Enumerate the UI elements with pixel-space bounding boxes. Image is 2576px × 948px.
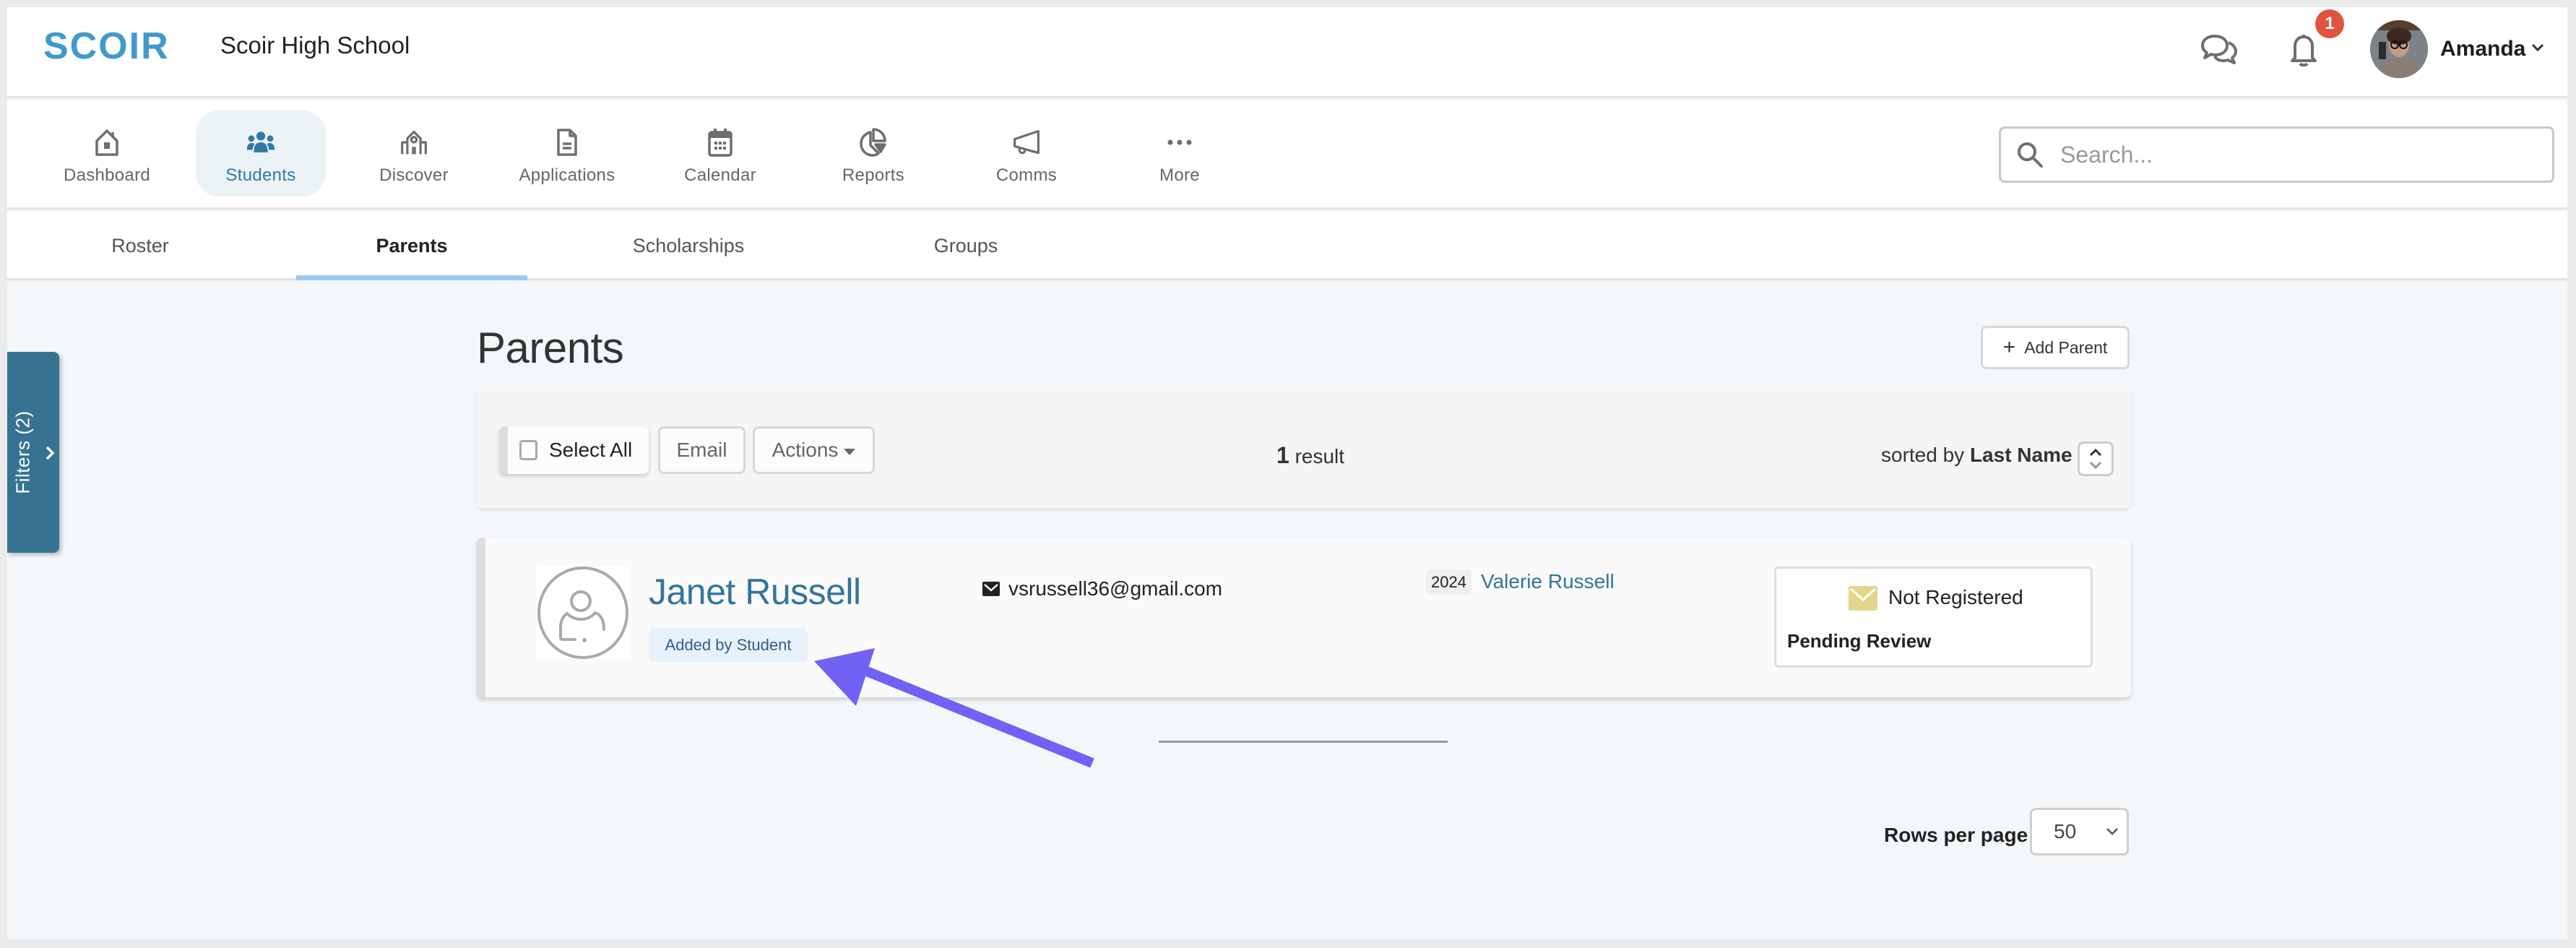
filters-label: Filters (2): [12, 410, 34, 494]
search-input[interactable]: [2060, 141, 2523, 168]
more-dots-icon: [1167, 139, 1192, 145]
nav-label: More: [1159, 165, 1200, 185]
top-bar: SCOIR Scoir High School 1 Amanda: [7, 7, 2567, 98]
sorted-by-field: Last Name: [1969, 444, 2073, 466]
notification-count-badge: 1: [2315, 9, 2344, 38]
student-year-badge: 2024: [1426, 569, 1471, 595]
rows-per-page-label: Rows per page: [1884, 824, 2028, 846]
nav-item-applications[interactable]: Applications: [502, 111, 632, 197]
tab-label: Parents: [376, 235, 448, 257]
email-text: vsrussell36@gmail.com: [1008, 577, 1223, 600]
tab-label: Groups: [933, 235, 998, 257]
user-placeholder-icon: [537, 566, 628, 659]
parent-card[interactable]: Janet Russell Added by Student vsrussell…: [477, 538, 2131, 697]
parent-name-link[interactable]: Janet Russell: [649, 566, 861, 617]
email-label: Email: [676, 439, 727, 461]
nav-label: Students: [225, 165, 296, 185]
tab-groups[interactable]: Groups: [879, 212, 1053, 280]
tab-parents[interactable]: Parents: [296, 212, 527, 280]
chat-bubbles-icon: [2201, 35, 2237, 64]
search-field[interactable]: [1999, 126, 2554, 183]
added-by-badge: Added by Student: [649, 628, 808, 663]
sort-arrows-icon: [2089, 448, 2102, 470]
list-toolbar: Select All Email Actions 1 result sorted…: [477, 388, 2131, 508]
registration-status-box: Not Registered Pending Review: [1774, 566, 2093, 668]
nav-item-reports[interactable]: Reports: [808, 111, 938, 197]
chevron-down-icon: [2106, 828, 2118, 835]
users-icon: [246, 132, 275, 152]
sort-direction-toggle[interactable]: [2078, 441, 2114, 476]
pie-chart-icon: [860, 128, 886, 157]
sort-label: sorted by Last Name: [1881, 441, 2073, 470]
envelope-icon: [982, 582, 1000, 596]
sorted-by-prefix: sorted by: [1881, 444, 1965, 466]
school-name: Scoir High School: [220, 32, 410, 59]
messages-button[interactable]: [2197, 27, 2241, 71]
nav-label: Dashboard: [63, 165, 151, 185]
actions-label: Actions: [771, 439, 839, 461]
search-icon: [2018, 142, 2043, 168]
user-name[interactable]: Amanda: [2440, 33, 2525, 65]
tab-label: Scholarships: [632, 235, 745, 257]
nav-label: Reports: [842, 165, 905, 185]
registration-status: Not Registered: [1888, 586, 2023, 608]
pagination-divider: [1159, 741, 1448, 743]
school-building-icon: [401, 130, 427, 155]
plus-icon: +: [2002, 335, 2016, 359]
student-name-link[interactable]: Valerie Russell: [1481, 567, 1615, 596]
select-all-label: Select All: [549, 439, 633, 461]
caret-down-icon: [844, 448, 856, 455]
add-parent-label: Add Parent: [2024, 337, 2108, 357]
tab-label: Roster: [111, 235, 169, 257]
document-icon: [557, 129, 577, 156]
nav-item-calendar[interactable]: Calendar: [655, 111, 785, 197]
user-photo: [2370, 20, 2428, 78]
user-avatar[interactable]: [2370, 20, 2428, 78]
logo-text: SCOIR: [43, 29, 170, 61]
tab-scholarships[interactable]: Scholarships: [587, 212, 790, 280]
select-all-checkbox[interactable]: [519, 440, 537, 460]
envelope-status-icon: [1849, 586, 1877, 611]
rows-per-page-select[interactable]: 50: [2030, 808, 2129, 856]
result-label: result: [1295, 445, 1345, 467]
nav-item-dashboard[interactable]: Dashboard: [42, 111, 172, 197]
home-icon: [95, 129, 118, 156]
bell-icon: [2291, 35, 2317, 66]
calendar-icon: [708, 129, 732, 157]
page-title: Parents: [477, 324, 624, 372]
nav-label: Applications: [519, 165, 615, 185]
nav-label: Discover: [379, 165, 449, 185]
sub-tabs: Roster Parents Scholarships Groups: [7, 212, 2567, 280]
megaphone-icon: [1013, 129, 1040, 155]
active-tab-indicator: [296, 275, 527, 280]
nav-label: Calendar: [684, 165, 756, 185]
chevron-right-icon: [46, 446, 55, 460]
scoir-logo[interactable]: SCOIR: [43, 29, 195, 61]
email-button[interactable]: Email: [658, 426, 745, 474]
parent-avatar: [537, 566, 629, 659]
nav-label: Comms: [995, 165, 1058, 185]
rows-per-page-value: 50: [2054, 820, 2077, 843]
tab-roster[interactable]: Roster: [53, 212, 227, 280]
select-all-button[interactable]: Select All: [499, 426, 649, 474]
nav-item-comms[interactable]: Comms: [961, 111, 1092, 197]
nav-item-discover[interactable]: Discover: [349, 111, 479, 197]
app-page: SCOIR Scoir High School 1 Amanda Dashboa…: [7, 7, 2567, 939]
parent-email[interactable]: vsrussell36@gmail.com: [982, 574, 1222, 603]
chevron-down-icon[interactable]: [2528, 38, 2547, 56]
filters-toggle[interactable]: Filters (2): [7, 352, 59, 553]
nav-item-more[interactable]: More: [1115, 111, 1245, 197]
actions-dropdown[interactable]: Actions: [753, 426, 875, 474]
add-parent-button[interactable]: + Add Parent: [1981, 326, 2130, 369]
main-nav: Dashboard Students Discover Applications…: [7, 100, 2567, 210]
nav-item-students[interactable]: Students: [196, 111, 326, 197]
result-count: 1 result: [1276, 441, 1344, 471]
review-status: Pending Review: [1787, 630, 1932, 652]
result-number: 1: [1276, 442, 1289, 468]
